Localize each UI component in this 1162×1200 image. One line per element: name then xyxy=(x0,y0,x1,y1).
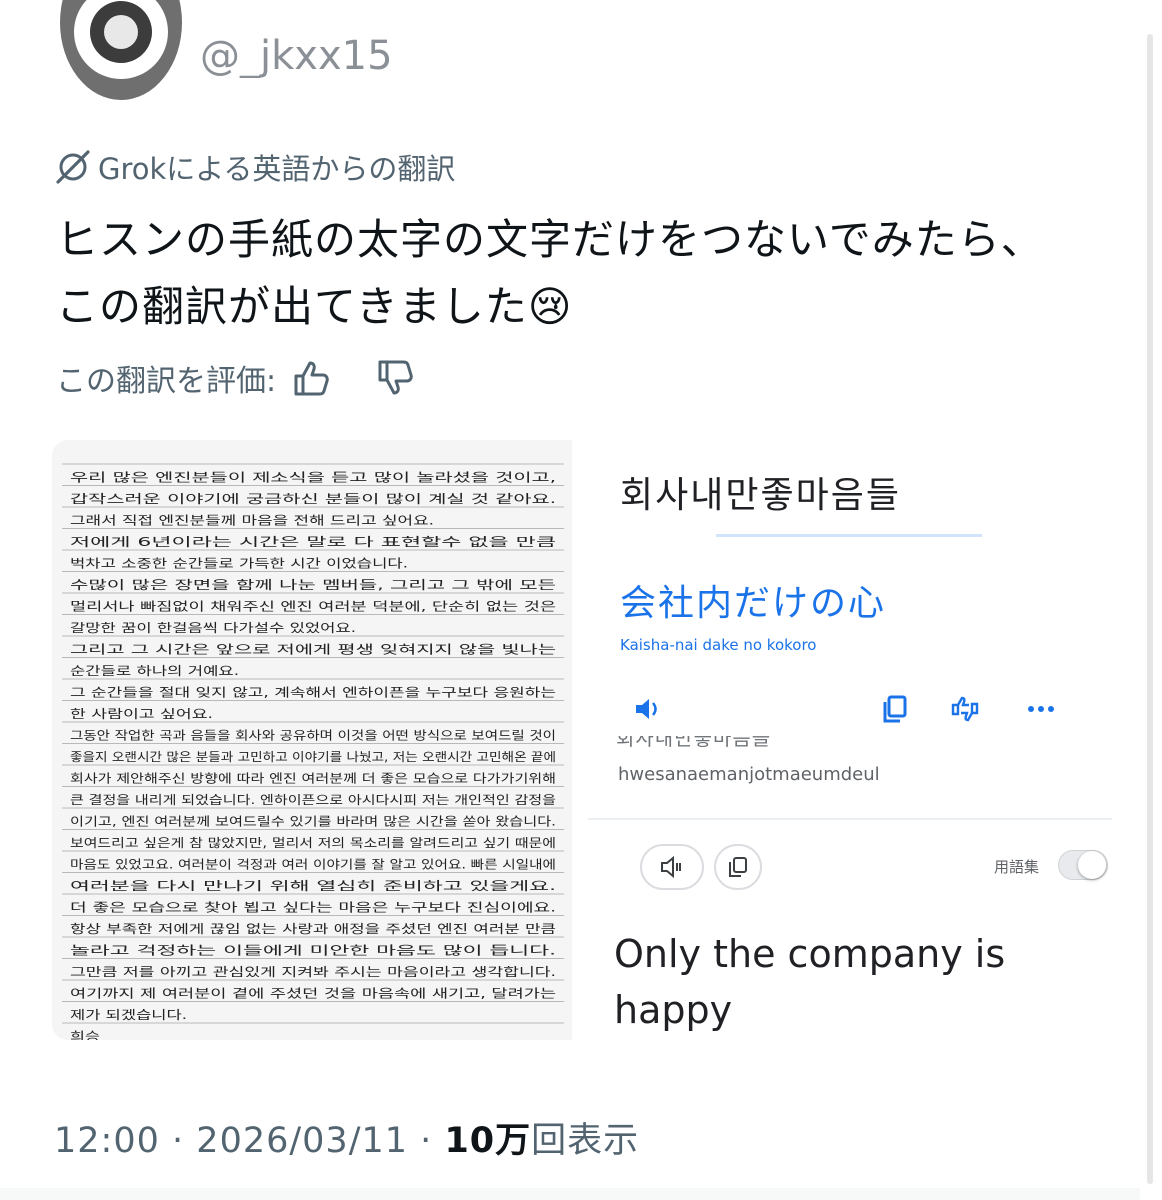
copy-icon[interactable] xyxy=(878,692,912,726)
translation-banner: Grokによる英語からの翻訳 xyxy=(52,146,455,188)
rate-label: この翻訳を評価: xyxy=(56,364,277,399)
target-text: 会社内だけの心 xyxy=(620,583,887,624)
letter-line: 수많이 많은 장면을 함께 나눈 멤버들, 그리고 그 밖에 모든 xyxy=(70,578,556,592)
letter-line: 그동안 작업한 곡과 음들을 회사와 공유하며 이것을 어떤 방식으로 보여드릴… xyxy=(70,729,556,743)
letter-line: 멀리서나 빠짐없이 채워주신 엔진 여러분 덕분에, 단순히 없는 것은 xyxy=(70,600,556,614)
avatar[interactable] xyxy=(60,0,182,100)
divider xyxy=(716,534,982,537)
rate-translation: この翻訳を評価: xyxy=(56,356,418,400)
tweet-line: この翻訳が出てきました😢 xyxy=(56,282,573,331)
letter-line: 그만큼 저를 아끼고 관심있게 지켜봐 주시는 마음이라고 생각합니다. xyxy=(70,965,556,979)
letter-line: 벅차고 소중한 순간들로 가득한 시간 이었습니다. xyxy=(70,557,408,571)
glossary-toggle[interactable] xyxy=(1058,850,1108,880)
tweet-meta: 12:00 · 2026/03/11 · 10万回表示 xyxy=(54,1112,639,1163)
source-text: 회사내만좋마음들 xyxy=(620,475,901,516)
source-text-cutoff: 회사내만좋마음들 xyxy=(616,736,772,750)
letter-line: 회사가 제안해주신 방향에 따라 엔진 여러분께 더 좋은 모습으로 다가가기위… xyxy=(70,772,556,786)
thumbs-down-icon[interactable] xyxy=(374,356,418,400)
letter-line: 저에게 6년이라는 시간은 말로 다 표현할수 없을 만큼 xyxy=(70,535,556,549)
user-handle[interactable]: @_jkxx15 xyxy=(200,34,393,78)
letter-line: 갑작스러운 이야기에 궁금하신 분들이 많이 계실 것 같아요. xyxy=(70,492,556,506)
glossary-label: 用語集 xyxy=(994,858,1040,876)
translator-screenshot: 회사내만좋마음들 会社内だけの心 Kaisha-nai dake no koko… xyxy=(588,440,1112,1040)
bottom-edge xyxy=(0,1188,1140,1200)
translator-actions xyxy=(588,686,1112,736)
letter-line: 마음도 있었고요. 여러분이 걱정과 여러 이야기를 잘 알고 있어요. 빠른 … xyxy=(70,858,556,872)
copy-icon xyxy=(729,857,747,877)
letter-line: 큰 결정을 내리게 되었습니다. 엔하이픈으로 아시다시피 저는 개인적인 감정… xyxy=(70,793,556,807)
tweet-date[interactable]: 2026/03/11 xyxy=(196,1121,408,1161)
letter-line: 갈망한 꿈이 한걸음씩 다가설수 있었어요. xyxy=(70,621,356,635)
copy-button[interactable] xyxy=(714,844,762,890)
source-romanization: hwesanaemanjotmaeumdeul xyxy=(618,764,880,785)
views-label: 回表示 xyxy=(531,1121,640,1161)
letter-line: 이기고, 엔진 여러분께 보여드릴수 있기를 바라며 많은 시간을 쏟아 왔습니… xyxy=(70,814,556,829)
thumbs-up-icon[interactable] xyxy=(290,356,334,400)
meta-separator: · xyxy=(172,1121,185,1161)
romanization: Kaisha-nai dake no kokoro xyxy=(620,636,817,654)
speaker-icon[interactable] xyxy=(630,692,664,726)
letter-line: 여기까지 제 여러분이 곁에 주셨던 것을 마음속에 새기고, 달려가는 xyxy=(70,987,556,1001)
letter-line: 그 순간들을 절대 잊지 않고, 계속해서 엔하이픈을 누구보다 응원하는 xyxy=(70,686,556,700)
swap-feedback-icon[interactable] xyxy=(948,692,982,726)
letter-line: 놀라고 걱정하는 이들에게 미안한 마음도 많이 듭니다. xyxy=(70,944,556,958)
more-icon[interactable] xyxy=(1024,692,1058,726)
letter-line: 좋을지 오랜시간 많은 분들과 고민하고 이야기를 나눴고, 저는 오랜시간 고… xyxy=(70,750,556,764)
speaker-slow-icon xyxy=(661,855,681,879)
scrollbar[interactable] xyxy=(1140,0,1162,1200)
views-count: 10万 xyxy=(444,1121,532,1161)
translation-output: Only the company is happy xyxy=(614,932,1006,1032)
letter-line: 우리 많은 엔진분들이 제소식을 듣고 많이 놀라셨을 것이고, xyxy=(70,471,556,485)
tweet-time[interactable]: 12:00 xyxy=(54,1121,160,1161)
letter-line: 제가 되겠습니다. xyxy=(70,1008,187,1022)
grok-icon xyxy=(56,150,90,184)
letter-line: 그래서 직접 엔진분들께 마음을 전해 드리고 싶어요. xyxy=(70,514,434,528)
slow-speaker-button[interactable] xyxy=(640,844,704,890)
handwritten-letter-image: 우리 많은 엔진분들이 제소식을 듣고 많이 놀라셨을 것이고, 갑작스러운 이야… xyxy=(52,440,572,1040)
letter-line: 더 좋은 모습으로 찾아 뵙고 싶다는 마음은 누구보다 진심이에요. xyxy=(70,901,556,915)
letter-line: 순간들로 하나의 거예요. xyxy=(70,664,239,678)
section-divider xyxy=(588,818,1112,820)
letter-line: 여러분을 다시 만나기 위해 열심히 준비하고 있을게요. xyxy=(70,879,556,893)
tweet-line: ヒスンの手紙の太字の文字だけをつないでみたら、 xyxy=(56,215,1044,264)
letter-line: 보여드리고 싶은게 참 많았지만, 멀리서 저의 목소리를 알려드리고 싶기 때… xyxy=(70,836,556,850)
letter-line: 항상 부족한 저에게 끊임 없는 사랑과 애정을 주셨던 엔진 여러분 만큼 xyxy=(70,922,556,936)
tweet-header: @_jkxx15 xyxy=(0,0,1162,110)
letter-lines: 우리 많은 엔진분들이 제소식을 듣고 많이 놀라셨을 것이고, 갑작스러운 이야… xyxy=(62,463,564,1041)
tweet-text: ヒスンの手紙の太字の文字だけをつないでみたら、 この翻訳が出てきました😢 xyxy=(56,206,1116,340)
translation-banner-text: Grokによる英語からの翻訳 xyxy=(98,152,456,186)
meta-separator: · xyxy=(420,1121,433,1161)
tweet-media[interactable]: 우리 많은 엔진분들이 제소식을 듣고 많이 놀라셨을 것이고, 갑작스러운 이야… xyxy=(52,440,1112,1040)
letter-line: 한 사람이고 싶어요. xyxy=(70,707,213,721)
letter-line: 희승 xyxy=(70,1030,100,1041)
letter-line: 그리고 그 시간은 앞으로 저에게 평생 잊혀지지 않을 빛나는 xyxy=(70,643,556,657)
